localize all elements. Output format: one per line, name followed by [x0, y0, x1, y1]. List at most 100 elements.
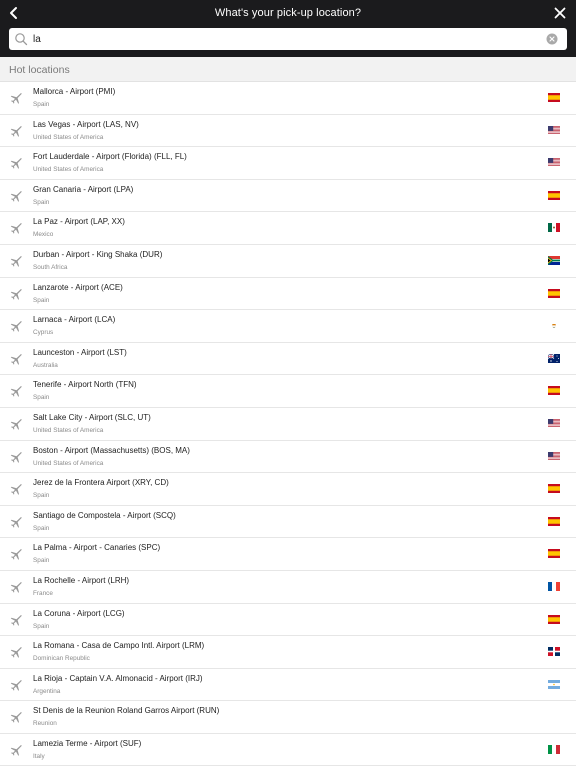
flag-cy-icon [548, 321, 560, 331]
flag-za-icon [548, 255, 560, 265]
location-country: Dominican Republic [33, 655, 90, 663]
location-name: La Rioja - Captain V.A. Almonacid - Airp… [33, 673, 203, 683]
location-item[interactable]: St Denis de la Reunion Roland Garros Air… [0, 701, 576, 734]
airplane-icon [10, 516, 22, 528]
search-input[interactable] [33, 28, 533, 50]
location-country: United States of America [33, 166, 104, 174]
location-name: Fort Lauderdale - Airport (Florida) (FLL… [33, 152, 187, 162]
location-item[interactable]: Fort Lauderdale - Airport (Florida) (FLL… [0, 147, 576, 180]
location-country: South Africa [33, 263, 68, 271]
flag-us-icon [548, 125, 560, 135]
section-title: Hot locations [9, 64, 70, 76]
location-item[interactable]: Santiago de Compostela - Airport (SCQ) Sp… [0, 506, 576, 539]
flag-mx-icon [548, 223, 560, 233]
airplane-icon [10, 549, 22, 561]
location-item[interactable]: Las Vegas - Airport (LAS, NV) United Stat… [0, 115, 576, 148]
page-title: What's your pick-up location? [214, 7, 362, 19]
flag-us-icon [548, 451, 560, 461]
search-icon [15, 33, 28, 46]
airplane-icon [10, 321, 22, 332]
location-country: France [33, 589, 53, 597]
location-item[interactable]: Lamezia Terme - Airport (SUF) Italy [0, 734, 576, 767]
location-item[interactable]: Durban - Airport - King Shaka (DUR) South… [0, 245, 576, 278]
flag-es-icon [548, 386, 560, 396]
location-country: Spain [33, 198, 50, 206]
location-country: Argentina [33, 687, 61, 695]
flag-es-icon [548, 190, 560, 200]
location-name: Tenerife - Airport North (TFN) [33, 380, 137, 390]
airplane-icon [10, 712, 22, 724]
chevron-left-icon [10, 7, 17, 19]
top-bar: What's your pick-up location? [0, 0, 576, 57]
location-item[interactable]: Lanzarote - Airport (ACE) Spain [0, 278, 576, 311]
flag-es-icon [548, 288, 560, 298]
flag-es-icon [548, 484, 560, 494]
location-country: Spain [33, 622, 50, 630]
location-country: United States of America [33, 426, 104, 434]
airplane-icon [10, 647, 22, 658]
location-country: Italy [33, 752, 45, 760]
location-name: Gran Canaria - Airport (LPA) [33, 184, 134, 194]
location-name: Launceston - Airport (LST) [33, 347, 127, 357]
location-country: Cyprus [33, 329, 54, 337]
location-name: La Palma - Airport - Canaries (SPC) [33, 543, 161, 553]
close-button[interactable] [548, 1, 572, 25]
location-item[interactable]: La Rioja - Captain V.A. Almonacid - Airp… [0, 669, 576, 702]
location-country: Spain [33, 557, 50, 565]
airplane-icon [10, 125, 22, 137]
location-name: Larnaca - Airport (LCA) [33, 315, 116, 325]
airplane-icon [10, 679, 22, 691]
location-name: Jerez de la Frontera Airport (XRY, CD) [33, 478, 169, 488]
flag-es-icon [548, 614, 560, 624]
location-country: United States of America [33, 459, 104, 467]
location-item[interactable]: Tenerife - Airport North (TFN) Spain [0, 375, 576, 408]
flag-es-icon [548, 516, 560, 526]
location-name: La Romana - Casa de Campo Intl. Airport … [33, 641, 205, 651]
location-country: Reunion [33, 720, 57, 728]
search-bar [9, 28, 567, 50]
section-header: Hot locations [0, 57, 576, 82]
location-item[interactable]: Boston - Airport (Massachusetts) (BOS, M… [0, 441, 576, 474]
airplane-icon [10, 451, 22, 463]
flag-us-icon [548, 158, 560, 168]
location-name: La Coruna - Airport (LCG) [33, 608, 125, 618]
flag-es-icon [548, 549, 560, 559]
location-item[interactable]: Jerez de la Frontera Airport (XRY, CD) Sp… [0, 473, 576, 506]
location-country: Mexico [33, 231, 54, 239]
location-item[interactable]: La Rochelle - Airport (LRH) France [0, 571, 576, 604]
airplane-icon [10, 223, 22, 235]
airplane-icon [10, 581, 22, 593]
flag-do-icon [548, 647, 560, 657]
location-item[interactable]: Salt Lake City - Airport (SLC, UT) United… [0, 408, 576, 441]
location-country: United States of America [33, 133, 104, 141]
location-name: Santiago de Compostela - Airport (SCQ) [33, 510, 176, 520]
location-name: Las Vegas - Airport (LAS, NV) [33, 119, 139, 129]
location-country: Spain [33, 296, 50, 304]
location-item[interactable]: Larnaca - Airport (LCA) Cyprus [0, 310, 576, 343]
airplane-icon [10, 353, 22, 365]
location-item[interactable]: La Paz - Airport (LAP, XX) Mexico [0, 212, 576, 245]
location-country: Australia [33, 361, 58, 369]
location-list: Mallorca - Airport (PMI) Spain Las Vegas -… [0, 82, 576, 767]
flag-es-icon [548, 93, 560, 102]
back-button[interactable] [2, 1, 26, 25]
location-country: Spain [33, 394, 50, 402]
flag-ar-icon [548, 679, 560, 689]
location-name: Lamezia Terme - Airport (SUF) [33, 738, 142, 748]
flag-it-icon [548, 744, 560, 754]
location-item[interactable]: Mallorca - Airport (PMI) Spain [0, 82, 576, 115]
airplane-icon [10, 255, 22, 267]
airplane-icon [10, 484, 22, 495]
close-icon [554, 7, 566, 19]
location-name: Lanzarote - Airport (ACE) [33, 282, 123, 292]
flag-fr-icon [548, 581, 560, 591]
location-item[interactable]: La Coruna - Airport (LCG) Spain [0, 604, 576, 637]
airplane-icon [10, 744, 22, 756]
clear-icon[interactable] [546, 33, 558, 45]
location-item[interactable]: Launceston - Airport (LST) Australia [0, 343, 576, 376]
location-name: Salt Lake City - Airport (SLC, UT) [33, 412, 151, 422]
location-item[interactable]: La Palma - Airport - Canaries (SPC) Spain [0, 538, 576, 571]
location-item[interactable]: La Romana - Casa de Campo Intl. Airport … [0, 636, 576, 669]
location-item[interactable]: Gran Canaria - Airport (LPA) Spain [0, 180, 576, 213]
flag-us-icon [548, 418, 560, 428]
